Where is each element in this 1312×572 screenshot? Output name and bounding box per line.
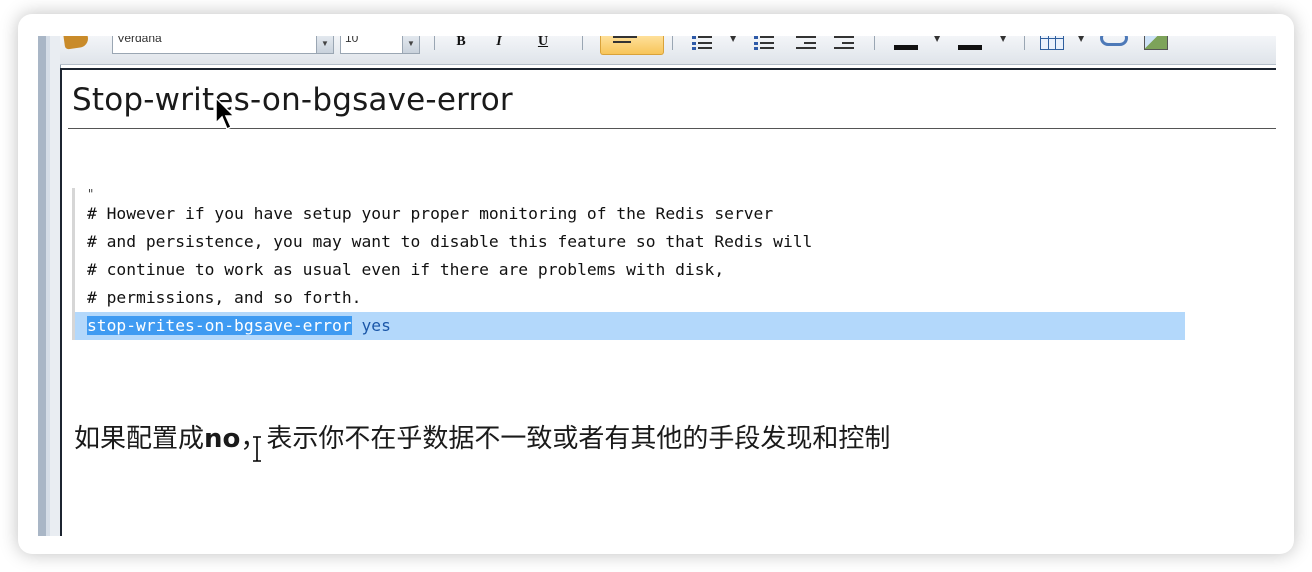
font-family-value: Verdana bbox=[117, 36, 162, 45]
chevron-down-icon[interactable]: ▼ bbox=[1078, 36, 1084, 43]
code-block[interactable]: " # However if you have setup your prope… bbox=[72, 188, 1185, 340]
chevron-down-icon[interactable]: ▼ bbox=[316, 36, 333, 53]
note-text: 如果配置成 bbox=[74, 424, 205, 454]
note-text-rest: ，表示你不在乎数据不一致或者有其他的手段发现和控制 bbox=[240, 424, 891, 454]
font-family-select[interactable]: Verdana ▼ bbox=[112, 36, 334, 54]
page-title: Stop-writes-on-bgsave-error bbox=[72, 82, 513, 118]
code-line: # However if you have setup your proper … bbox=[87, 204, 774, 223]
config-key: stop-writes-on-bgsave-error bbox=[87, 316, 352, 335]
mouse-pointer-icon bbox=[215, 97, 235, 131]
italic-button[interactable]: I bbox=[490, 36, 508, 51]
underline-button[interactable]: U bbox=[534, 36, 552, 51]
heading-divider bbox=[68, 128, 1276, 129]
bullet-list-icon[interactable] bbox=[754, 36, 774, 50]
text-cursor-icon bbox=[253, 436, 261, 462]
toolbar-separator bbox=[582, 36, 583, 50]
left-frame bbox=[38, 36, 46, 536]
numbered-list-icon[interactable] bbox=[692, 36, 712, 50]
chevron-down-icon[interactable]: ▼ bbox=[1000, 36, 1006, 43]
chevron-down-icon[interactable]: ▼ bbox=[934, 36, 940, 43]
toolbar-separator bbox=[874, 36, 875, 50]
highlight-color-icon[interactable] bbox=[892, 36, 922, 50]
bold-button[interactable]: B bbox=[452, 36, 470, 51]
code-line: # permissions, and so forth. bbox=[87, 288, 362, 307]
align-left-button[interactable] bbox=[600, 36, 664, 55]
toolbar-separator bbox=[1024, 36, 1025, 50]
note-paragraph: 如果配置成no，表示你不在乎数据不一致或者有其他的手段发现和控制 bbox=[74, 418, 890, 455]
formatting-toolbar: Verdana ▼ 10 ▼ B I U ▼ ▼ ▼ ▼ bbox=[60, 36, 1276, 65]
code-line: " bbox=[87, 187, 95, 201]
code-line: # and persistence, you may want to disab… bbox=[87, 232, 813, 251]
font-size-select[interactable]: 10 ▼ bbox=[340, 36, 420, 54]
editor-page[interactable]: Stop-writes-on-bgsave-error " # However … bbox=[60, 68, 1276, 536]
toolbar-separator bbox=[434, 36, 435, 50]
config-value: yes bbox=[351, 316, 391, 335]
font-color-icon[interactable] bbox=[956, 36, 986, 50]
chevron-down-icon[interactable]: ▼ bbox=[730, 36, 736, 43]
tag-icon[interactable] bbox=[62, 36, 90, 50]
link-icon[interactable] bbox=[1100, 36, 1128, 46]
table-icon[interactable] bbox=[1040, 36, 1064, 50]
chevron-down-icon[interactable]: ▼ bbox=[402, 36, 419, 53]
code-line: # continue to work as usual even if ther… bbox=[87, 260, 725, 279]
selected-code-line: stop-writes-on-bgsave-error yes bbox=[75, 312, 1185, 340]
outdent-icon[interactable] bbox=[796, 36, 816, 50]
font-size-value: 10 bbox=[345, 36, 359, 45]
toolbar-separator bbox=[672, 36, 673, 50]
indent-icon[interactable] bbox=[834, 36, 854, 50]
image-icon[interactable] bbox=[1144, 36, 1168, 50]
note-emphasis: no bbox=[204, 424, 241, 454]
